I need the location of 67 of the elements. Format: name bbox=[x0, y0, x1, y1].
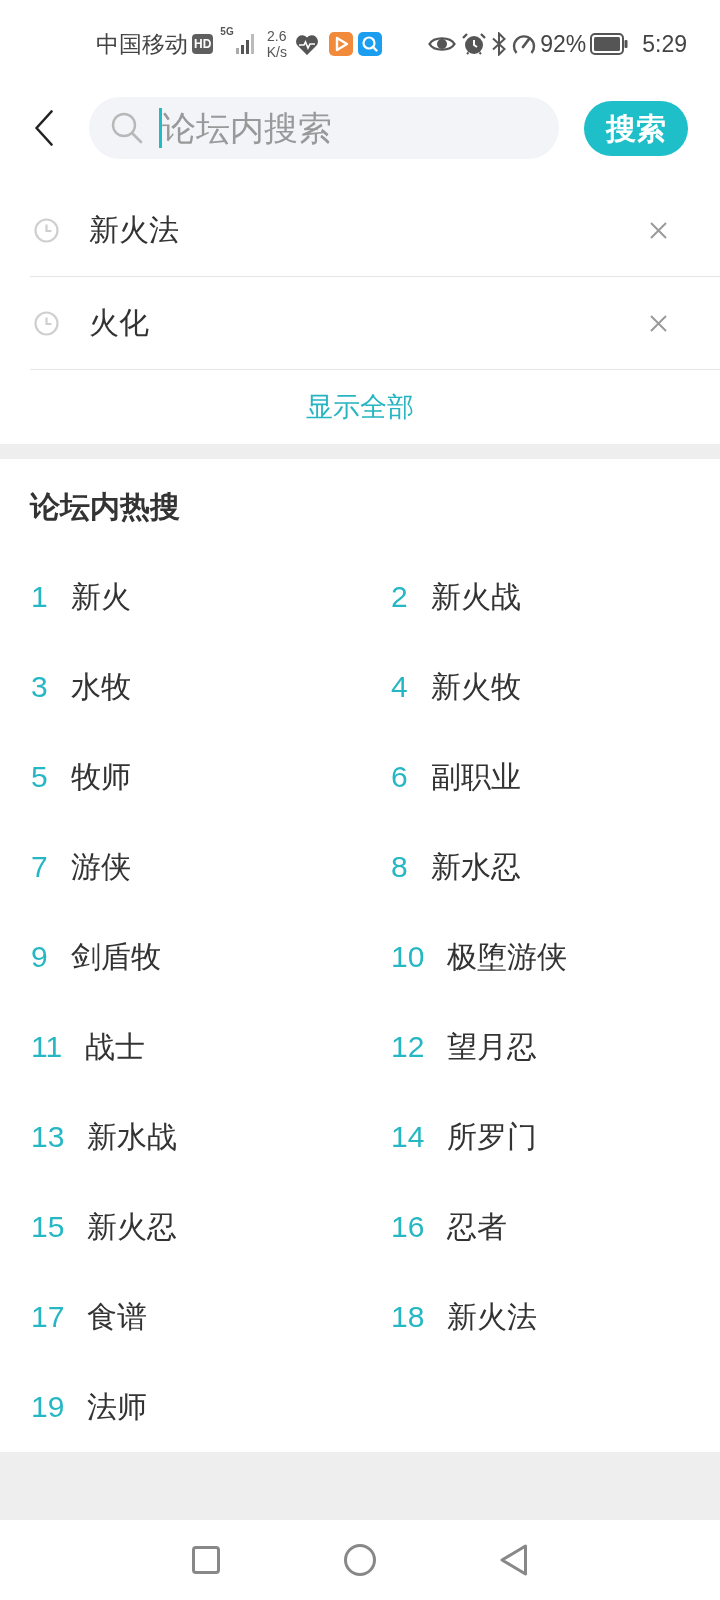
history-entry[interactable]: 新火法 bbox=[89, 210, 179, 250]
search-icon bbox=[111, 112, 143, 144]
battery-percentage: 92% bbox=[540, 30, 587, 58]
hot-search-term[interactable]: 新水忍 bbox=[430, 847, 521, 887]
network-speed-value: 2.6 bbox=[267, 28, 287, 44]
app-notification-icon bbox=[328, 32, 353, 56]
hot-search-term[interactable]: 游侠 bbox=[70, 847, 131, 887]
clock-time: 5:29 bbox=[642, 30, 687, 58]
close-icon[interactable] bbox=[650, 221, 667, 239]
section-title: 论坛内热搜 bbox=[30, 490, 180, 523]
rank-number: 6 bbox=[391, 759, 408, 795]
close-icon[interactable] bbox=[650, 314, 667, 332]
home-icon[interactable] bbox=[344, 1544, 376, 1576]
search-field[interactable]: 论坛内搜索 bbox=[89, 97, 559, 159]
rank-number: 3 bbox=[31, 669, 48, 705]
eye-icon bbox=[428, 35, 457, 53]
back-icon[interactable] bbox=[35, 110, 53, 146]
signal-icon bbox=[234, 34, 255, 54]
hot-search-term[interactable]: 忍者 bbox=[447, 1207, 508, 1247]
hot-search-term[interactable]: 新火法 bbox=[447, 1297, 538, 1337]
hot-search-term[interactable]: 极堕游侠 bbox=[447, 937, 568, 977]
hot-search-term[interactable]: 副职业 bbox=[430, 757, 521, 797]
alarm-icon bbox=[462, 32, 487, 56]
clock-icon bbox=[34, 310, 59, 336]
rank-number: 7 bbox=[31, 849, 48, 885]
clock-icon bbox=[34, 217, 59, 243]
hot-search-term[interactable]: 新火忍 bbox=[87, 1207, 178, 1247]
rank-number: 18 bbox=[391, 1299, 425, 1335]
heart-pulse-icon bbox=[294, 33, 319, 55]
hot-search-term[interactable]: 新火牧 bbox=[430, 667, 521, 707]
hot-search-term[interactable]: 食谱 bbox=[87, 1297, 148, 1337]
app-notification-icon bbox=[357, 32, 382, 56]
back-nav-icon[interactable] bbox=[500, 1544, 528, 1576]
history-entry[interactable]: 火化 bbox=[89, 303, 149, 343]
rank-number: 1 bbox=[31, 579, 48, 615]
recent-apps-icon[interactable] bbox=[192, 1546, 220, 1574]
rank-number: 12 bbox=[391, 1029, 425, 1065]
hot-search-term[interactable]: 剑盾牧 bbox=[70, 937, 161, 977]
rank-number: 15 bbox=[31, 1209, 65, 1245]
hot-search-term[interactable]: 所罗门 bbox=[447, 1117, 538, 1157]
rank-number: 17 bbox=[31, 1299, 65, 1335]
network-type: 5G bbox=[220, 26, 234, 38]
rank-number: 16 bbox=[391, 1209, 425, 1245]
hot-search-term[interactable]: 望月忍 bbox=[447, 1027, 538, 1067]
rank-number: 4 bbox=[391, 669, 408, 705]
rank-number: 19 bbox=[31, 1389, 65, 1425]
network-speed-unit: K/s bbox=[266, 44, 287, 60]
rank-number: 5 bbox=[31, 759, 48, 795]
rank-number: 8 bbox=[391, 849, 408, 885]
hot-search-term[interactable]: 新火 bbox=[70, 577, 131, 617]
carrier-name: 中国移动 bbox=[96, 30, 188, 58]
bluetooth-icon bbox=[492, 32, 507, 56]
hot-search-term[interactable]: 水牧 bbox=[70, 667, 131, 707]
rank-number: 14 bbox=[391, 1119, 425, 1155]
hot-search-term[interactable]: 战士 bbox=[85, 1027, 146, 1067]
hot-search-term[interactable]: 法师 bbox=[87, 1387, 148, 1427]
battery-icon bbox=[590, 33, 629, 55]
rank-number: 10 bbox=[391, 939, 425, 975]
hd-badge: HD bbox=[192, 34, 214, 54]
rank-number: 2 bbox=[391, 579, 408, 615]
hot-search-term[interactable]: 新水战 bbox=[87, 1117, 178, 1157]
hot-search-term[interactable]: 新火战 bbox=[430, 577, 521, 617]
rank-number: 13 bbox=[31, 1119, 65, 1155]
gauge-icon bbox=[512, 33, 537, 55]
rank-number: 11 bbox=[31, 1029, 63, 1065]
rank-number: 9 bbox=[31, 939, 48, 975]
hot-search-term[interactable]: 牧师 bbox=[70, 757, 131, 797]
